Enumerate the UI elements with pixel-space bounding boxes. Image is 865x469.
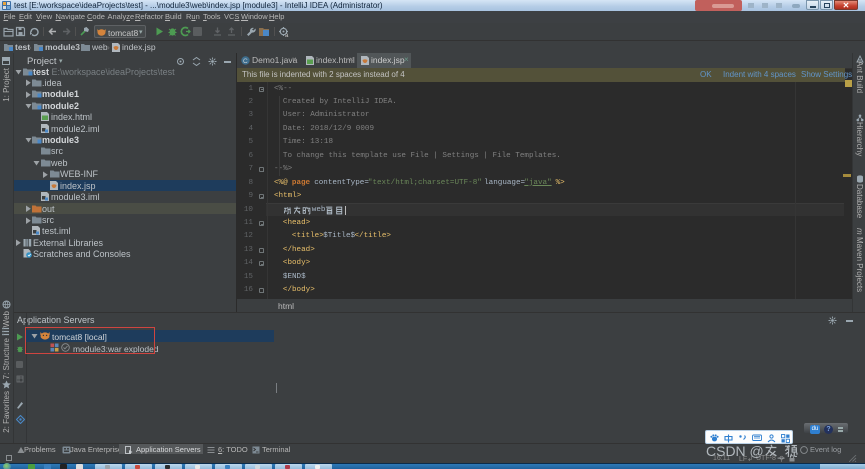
svg-text:a: a (285, 33, 289, 37)
svg-text:C: C (243, 58, 248, 65)
